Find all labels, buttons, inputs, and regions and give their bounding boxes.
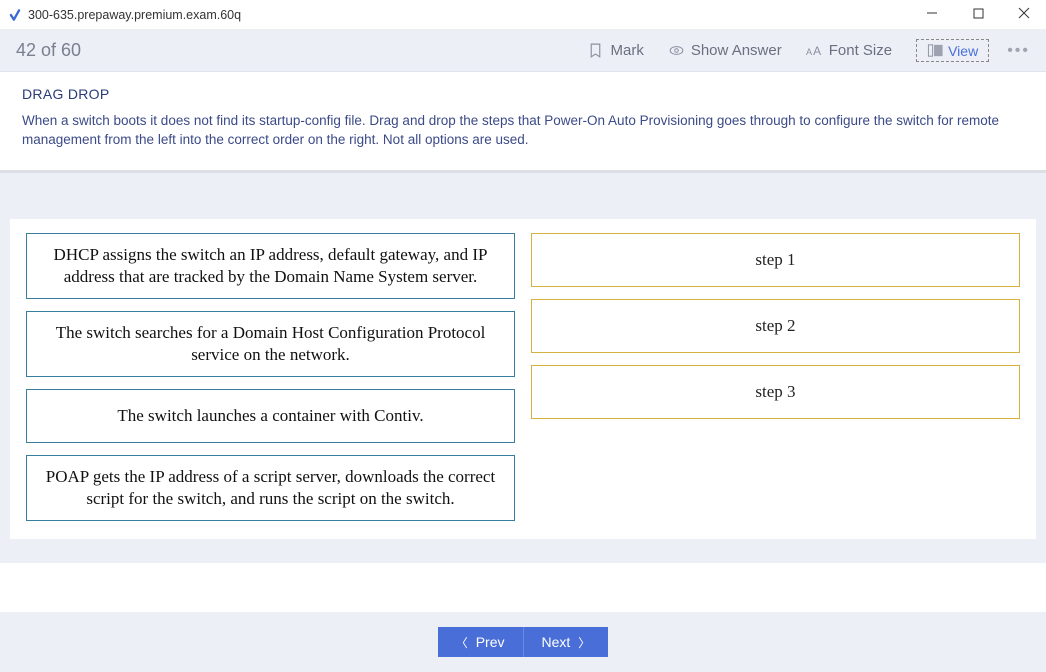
toolbar: 42 of 60 Mark Show Answer AA Font Size V… (0, 30, 1046, 72)
chevron-left-icon: 〈 (456, 634, 468, 651)
target-slot[interactable]: step 2 (531, 299, 1020, 353)
svg-text:A: A (806, 47, 813, 57)
font-size-label: Font Size (829, 42, 892, 59)
minimize-button[interactable] (918, 7, 946, 22)
source-item[interactable]: POAP gets the IP address of a script ser… (26, 455, 515, 521)
next-button[interactable]: Next 〉 (524, 627, 609, 657)
mark-label: Mark (610, 42, 643, 59)
prev-button[interactable]: 〈 Prev (438, 627, 524, 657)
question-type-heading: DRAG DROP (22, 86, 1024, 102)
question-panel: DRAG DROP When a switch boots it does no… (0, 72, 1046, 173)
question-counter: 42 of 60 (16, 40, 81, 61)
layout-icon (927, 42, 944, 59)
view-label: View (948, 43, 978, 59)
show-answer-button[interactable]: Show Answer (668, 42, 782, 59)
drag-drop-panel: DHCP assigns the switch an IP address, d… (0, 173, 1046, 564)
window-controls (918, 7, 1038, 22)
source-column: DHCP assigns the switch an IP address, d… (26, 233, 515, 522)
view-button[interactable]: View (916, 39, 989, 62)
source-item[interactable]: DHCP assigns the switch an IP address, d… (26, 233, 515, 299)
show-answer-label: Show Answer (691, 42, 782, 59)
maximize-button[interactable] (964, 8, 992, 22)
close-button[interactable] (1010, 7, 1038, 22)
font-size-button[interactable]: AA Font Size (806, 42, 892, 59)
target-slot[interactable]: step 1 (531, 233, 1020, 287)
mark-button[interactable]: Mark (587, 42, 643, 59)
more-menu-button[interactable]: ••• (1007, 42, 1030, 60)
question-text: When a switch boots it does not find its… (22, 112, 1024, 150)
target-slot[interactable]: step 3 (531, 365, 1020, 419)
source-item[interactable]: The switch launches a container with Con… (26, 389, 515, 443)
footer-nav: 〈 Prev Next 〉 (0, 612, 1046, 672)
bookmark-icon (587, 42, 604, 59)
svg-text:A: A (813, 44, 821, 58)
window-titlebar: 300-635.prepaway.premium.exam.60q (0, 0, 1046, 30)
app-icon (8, 8, 22, 22)
target-column: step 1 step 2 step 3 (531, 233, 1020, 522)
next-label: Next (542, 634, 571, 650)
source-item[interactable]: The switch searches for a Domain Host Co… (26, 311, 515, 377)
eye-icon (668, 42, 685, 59)
font-size-icon: AA (806, 42, 823, 59)
prev-label: Prev (476, 634, 505, 650)
window-title: 300-635.prepaway.premium.exam.60q (28, 8, 241, 22)
chevron-right-icon: 〉 (578, 634, 590, 651)
